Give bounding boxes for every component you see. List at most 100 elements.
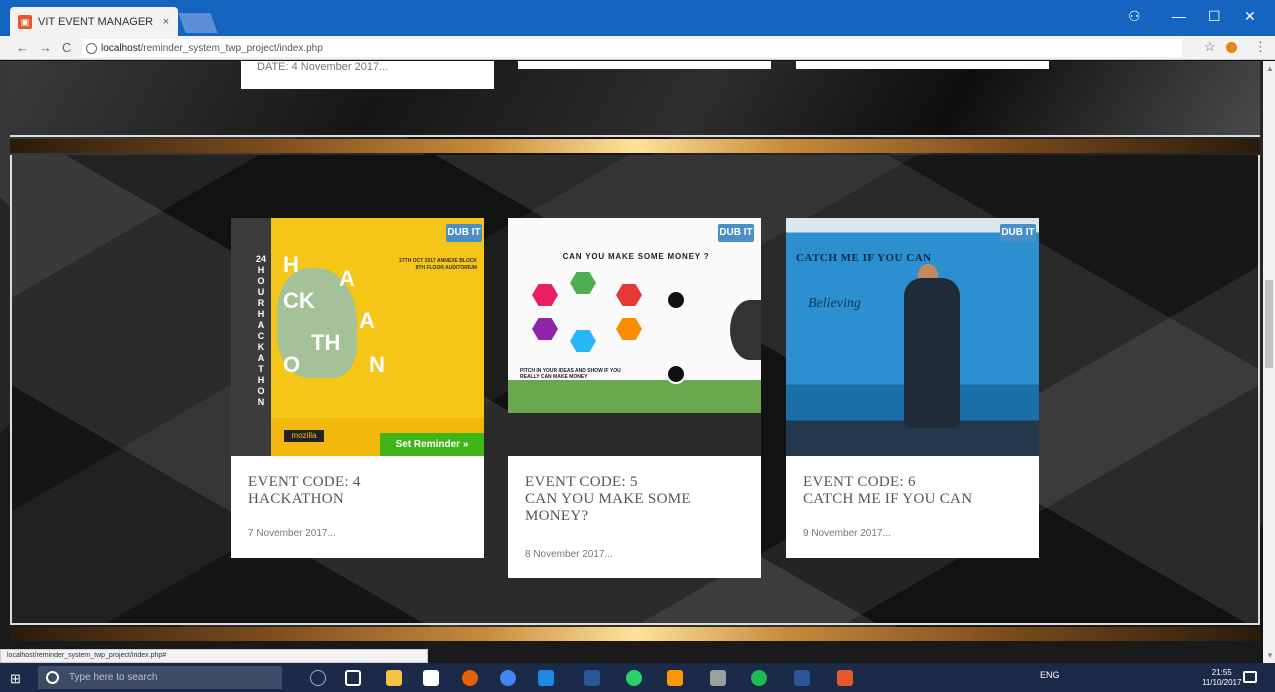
event-card[interactable]: DUB IT CATCH ME IF YOU CAN Believing EVE… (786, 218, 1039, 558)
xampp-icon[interactable] (837, 670, 853, 686)
browser-menu-icon[interactable]: ⋮ (1254, 39, 1267, 55)
notification-center-icon[interactable] (1243, 671, 1257, 683)
poster-pitch-text: PITCH IN YOUR IDEAS AND SHOW IF YOU REAL… (520, 368, 621, 380)
event-title[interactable]: EVENT CODE: 5 CAN YOU MAKE SOME MONEY? (525, 474, 747, 525)
poster-person (904, 278, 960, 428)
hexagon-icon (616, 318, 642, 340)
event-date: 8 November 2017... (525, 549, 613, 560)
browser-titlebar: ▣ VIT EVENT MANAGER × ⚇ — ☐ ✕ (0, 0, 1275, 36)
event-date: 7 November 2017... (248, 528, 336, 539)
search-placeholder: Type here to search (69, 672, 158, 683)
event-code: EVENT CODE: 6 (803, 474, 916, 490)
clock-date: 11/10/2017 (1202, 678, 1242, 687)
tab-title: VIT EVENT MANAGER (38, 15, 154, 28)
event-poster-image[interactable]: DUB IT CATCH ME IF YOU CAN Believing (786, 218, 1039, 456)
new-tab-button[interactable] (178, 13, 218, 33)
event-card-stub[interactable]: DATE: 4 November 2017... (241, 61, 494, 89)
microphone-icon[interactable] (310, 670, 326, 686)
event-title[interactable]: EVENT CODE: 4 HACKATHON (248, 474, 470, 508)
url-input[interactable]: localhost /reminder_system_twp_project/i… (82, 39, 1182, 57)
event-poster-image[interactable]: 24HOURHACKATHON H A CK A TH O N 27TH OCT… (231, 218, 484, 456)
address-bar: ← → C localhost /reminder_system_twp_pro… (0, 36, 1275, 60)
dubit-logo: DUB IT (1000, 224, 1036, 242)
scrollbar-thumb[interactable] (1265, 280, 1273, 368)
back-arrow-icon[interactable]: ← (16, 40, 29, 55)
forward-arrow-icon[interactable]: → (39, 40, 52, 55)
clock-time: 21:55 (1211, 668, 1232, 677)
poster-letter: CK (283, 288, 315, 313)
poster-letter: N (369, 352, 385, 377)
event-name: CAN YOU MAKE SOME MONEY? (525, 491, 691, 524)
section-divider (10, 139, 1260, 153)
hexagon-icon (532, 318, 558, 340)
word-icon[interactable] (794, 670, 810, 686)
events-section-previous: DATE: 4 November 2017... (10, 61, 1260, 137)
url-host: localhost (101, 42, 141, 54)
poster-letter: O (283, 352, 301, 377)
event-date: 9 November 2017... (803, 528, 891, 539)
poster-letter: A (339, 266, 355, 291)
tab-close-icon[interactable]: × (158, 16, 174, 28)
windows-start-icon[interactable]: ⊞ (10, 671, 21, 687)
hexagon-icon (532, 284, 558, 306)
poster-script-text: Believing (808, 296, 861, 311)
event-poster-image[interactable]: DUB IT CAN YOU MAKE SOME MONEY ? PITCH I… (508, 218, 761, 456)
hexagon-icon (616, 284, 642, 306)
event-title[interactable]: EVENT CODE: 6 CATCH ME IF YOU CAN (803, 474, 1025, 508)
poster-letter: TH (311, 330, 341, 355)
site-info-icon[interactable] (86, 42, 97, 54)
dubit-logo: DUB IT (718, 224, 754, 242)
event-name: CATCH ME IF YOU CAN (803, 491, 973, 507)
file-explorer-icon[interactable] (386, 670, 402, 686)
site-favicon-icon: ▣ (18, 14, 32, 29)
poster-heading: CAN YOU MAKE SOME MONEY ? (562, 252, 710, 261)
profile-icon[interactable]: ⚇ (1128, 8, 1141, 25)
reload-icon[interactable]: C (62, 40, 71, 55)
minimize-button[interactable]: — (1172, 8, 1186, 24)
page-viewport: DATE: 4 November 2017... 24HOURHACKATHON… (0, 61, 1263, 663)
chrome-icon[interactable] (500, 670, 516, 686)
poster-letter: A (359, 308, 375, 333)
store-icon[interactable] (423, 670, 439, 686)
bookmark-star-icon[interactable]: ☆ (1204, 39, 1216, 55)
set-reminder-button[interactable]: Set Reminder » (380, 433, 484, 456)
hexagon-icon (570, 330, 596, 352)
task-view-icon[interactable] (345, 670, 361, 686)
event-card-stub[interactable] (796, 61, 1049, 69)
poster-vertical-text: 24HOURHACKATHON (256, 254, 267, 407)
link-status-bubble: localhost/reminder_system_twp_project/in… (0, 649, 428, 663)
tray-language[interactable]: ENG (1040, 670, 1060, 680)
event-code: EVENT CODE: 4 (248, 474, 361, 490)
close-window-button[interactable]: ✕ (1244, 8, 1256, 25)
taskbar-clock[interactable]: 21:55 11/10/2017 (1202, 668, 1241, 688)
bulb-graphic (730, 300, 761, 360)
taskbar-search-input[interactable]: Type here to search (38, 666, 282, 689)
circle-node (666, 290, 686, 310)
event-date: DATE: 4 November 2017... (257, 61, 389, 73)
calculator-icon[interactable] (584, 670, 600, 686)
poster-info-text: 27TH OCT 2017 ANNEXE BLOCK 8TH FLOOR AUD… (399, 258, 477, 271)
browser-tab[interactable]: ▣ VIT EVENT MANAGER × (10, 7, 178, 36)
sponsor-logo: mozilla (284, 430, 324, 442)
firefox-icon[interactable] (462, 670, 478, 686)
event-code: EVENT CODE: 5 (525, 474, 638, 490)
event-card[interactable]: DUB IT CAN YOU MAKE SOME MONEY ? PITCH I… (508, 218, 761, 578)
sublime-icon[interactable] (667, 670, 683, 686)
poster-heading: CATCH ME IF YOU CAN (796, 252, 932, 264)
dubit-logo: DUB IT (446, 224, 482, 242)
event-name: HACKATHON (248, 491, 345, 507)
section-divider (10, 627, 1260, 641)
url-path: /reminder_system_twp_project/index.php (140, 42, 323, 54)
event-card[interactable]: 24HOURHACKATHON H A CK A TH O N 27TH OCT… (231, 218, 484, 558)
whatsapp-icon[interactable] (626, 670, 642, 686)
extension-icon[interactable] (1226, 42, 1237, 53)
scroll-down-icon[interactable]: ▼ (1266, 651, 1274, 660)
poster-letter: H (283, 252, 299, 277)
maximize-button[interactable]: ☐ (1208, 8, 1221, 25)
circle-node (666, 364, 686, 384)
edge-icon[interactable] (538, 670, 554, 686)
paint-icon[interactable] (710, 670, 726, 686)
spotify-icon[interactable] (751, 670, 767, 686)
event-card-stub[interactable] (518, 61, 771, 69)
scroll-up-icon[interactable]: ▲ (1266, 64, 1274, 73)
